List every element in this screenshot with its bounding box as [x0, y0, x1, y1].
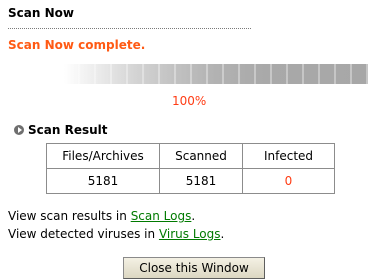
virus-logs-line: View detected viruses in Virus Logs.: [8, 227, 224, 241]
scanned-value: 5181: [159, 168, 243, 194]
scan-logs-line: View scan results in Scan Logs.: [8, 209, 195, 223]
scan-logs-prefix: View scan results in: [8, 209, 131, 223]
files-archives-value: 5181: [46, 168, 160, 194]
scan-result-table: Files/Archives Scanned Infected 5181 518…: [46, 143, 335, 194]
progress-bar: [64, 64, 368, 84]
progress-percent: 100%: [172, 94, 207, 108]
table-row: 5181 5181 0: [46, 168, 335, 194]
page-title: Scan Now: [8, 6, 74, 20]
scan-logs-link[interactable]: Scan Logs: [131, 209, 192, 223]
virus-logs-prefix: View detected viruses in: [8, 227, 159, 241]
close-window-button[interactable]: Close this Window: [123, 257, 265, 279]
progress-fill: [64, 64, 368, 84]
infected-value: 0: [242, 168, 335, 194]
title-divider: [8, 28, 251, 29]
table-header-row: Files/Archives Scanned Infected: [46, 143, 335, 169]
status-message: Scan Now complete.: [8, 38, 146, 52]
scan-logs-suffix: .: [191, 209, 196, 223]
virus-logs-suffix: .: [220, 227, 225, 241]
column-files-archives: Files/Archives: [46, 143, 160, 169]
circle-arrow-icon: [14, 125, 24, 135]
virus-logs-link[interactable]: Virus Logs: [159, 227, 221, 241]
column-infected: Infected: [242, 143, 335, 169]
scan-result-label: Scan Result: [28, 123, 108, 137]
column-scanned: Scanned: [159, 143, 243, 169]
scan-result-heading: Scan Result: [14, 123, 108, 137]
